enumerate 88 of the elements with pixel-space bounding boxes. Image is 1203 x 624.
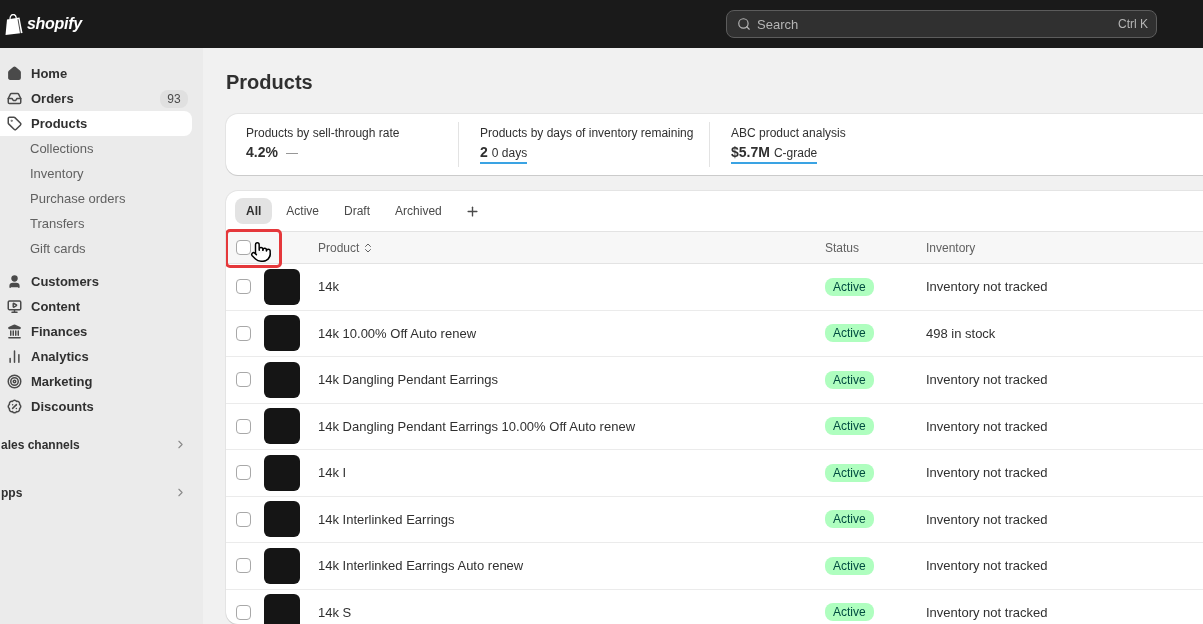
product-name: 14k Dangling Pendant Earrings 10.00% Off Auto renew	[318, 418, 636, 434]
row-checkbox[interactable]	[236, 465, 251, 481]
section-link[interactable]: ales channels	[0, 432, 203, 457]
inventory-text: Inventory not tracked	[926, 465, 1048, 481]
section-link[interactable]: pps	[0, 480, 203, 505]
bar-chart-icon	[7, 349, 22, 364]
nav-item[interactable]: Inventory	[0, 161, 192, 186]
inventory-text: Inventory not tracked	[926, 418, 1048, 434]
photo-placeholder	[264, 408, 300, 445]
nav-item[interactable]: Transfers	[0, 211, 192, 236]
nav-item[interactable]: Content	[0, 294, 192, 319]
status-badge: Active	[825, 463, 874, 482]
row-checkbox[interactable]	[236, 418, 251, 434]
product-name: 14k 10.00% Off Auto renew	[318, 325, 477, 341]
photo-placeholder	[264, 315, 300, 352]
product-name: 14k I	[318, 465, 347, 481]
product-name: 14k Interlinked Earrings Auto renew	[318, 558, 524, 574]
status-badge: Active	[825, 277, 874, 296]
metric-label: ABC product analysis	[731, 125, 846, 141]
filter-tab[interactable]: All	[235, 198, 273, 224]
inbox-icon	[7, 91, 22, 106]
nav-item[interactable]: Purchase orders	[0, 186, 192, 211]
filter-tab[interactable]: Archived	[384, 198, 453, 224]
nav-item[interactable]: Home	[0, 61, 192, 86]
metric-label: Products by sell-through rate	[246, 125, 400, 141]
select-all-checkbox[interactable]	[236, 240, 251, 255]
metric-link[interactable]: 2 0 days	[480, 144, 528, 164]
person-icon	[7, 274, 22, 289]
inventory-text: Inventory not tracked	[926, 558, 1048, 574]
inventory-text: Inventory not tracked	[926, 604, 1048, 620]
nav-item[interactable]: Analytics	[0, 344, 192, 369]
shortcut-hint: Ctrl K	[1118, 17, 1148, 31]
filter-tab[interactable]: Active	[275, 198, 331, 224]
photo-placeholder	[264, 268, 300, 305]
photo-placeholder	[264, 454, 300, 491]
status-badge: Active	[825, 417, 874, 436]
nav-item[interactable]: Orders 93	[0, 86, 192, 111]
photo-placeholder	[264, 547, 300, 584]
nav-item[interactable]: Gift cards	[0, 236, 192, 261]
photo-placeholder	[264, 361, 300, 398]
row-checkbox[interactable]	[236, 558, 251, 574]
product-name: 14k	[318, 279, 339, 295]
status-badge: Active	[825, 556, 874, 575]
status-badge: Active	[825, 370, 874, 389]
row-checkbox[interactable]	[236, 279, 251, 295]
nav-item[interactable]: Marketing	[0, 369, 192, 394]
nav-item[interactable]: Collections	[0, 136, 192, 161]
search-bar[interactable]: Search Ctrl K	[726, 10, 1157, 38]
inventory-text: 498 in stock	[926, 325, 996, 341]
count-badge: 93	[160, 89, 188, 108]
search-input[interactable]: Search	[757, 16, 1112, 32]
search-icon	[737, 17, 751, 31]
nav-item[interactable]: Finances	[0, 319, 192, 344]
column-header: Inventory	[926, 240, 976, 255]
row-checkbox[interactable]	[236, 325, 251, 341]
nav-item[interactable]: Products	[0, 111, 192, 136]
target-icon	[7, 374, 22, 389]
sort-column-header[interactable]: Product	[318, 240, 375, 255]
metric-label: Products by days of inventory remaining	[480, 125, 694, 141]
status-badge: Active	[825, 510, 874, 529]
row-checkbox[interactable]	[236, 604, 251, 620]
shopping-bag-icon	[5, 13, 23, 35]
monitor-icon	[7, 299, 22, 314]
percent-badge-icon	[7, 399, 22, 414]
photo-placeholder	[264, 594, 300, 624]
tag-icon	[7, 116, 22, 131]
home-icon	[7, 66, 22, 81]
nav-item[interactable]: Customers	[0, 269, 192, 294]
filter-tab[interactable]: Draft	[333, 198, 382, 224]
product-name: 14k S	[318, 604, 352, 620]
bank-icon	[7, 324, 22, 339]
logo-wordmark: shopify	[27, 15, 82, 33]
status-badge: Active	[825, 324, 874, 343]
column-header: Status	[825, 240, 860, 255]
photo-placeholder	[264, 501, 300, 538]
product-name: 14k Interlinked Earrings	[318, 511, 455, 527]
metric-value: 4.2% —	[246, 144, 298, 162]
plus-icon	[465, 203, 481, 219]
metric-link[interactable]: $5.7M C-grade	[731, 144, 818, 164]
inventory-text: Inventory not tracked	[926, 372, 1048, 388]
row-checkbox[interactable]	[236, 511, 251, 527]
page-title: Products	[226, 70, 314, 94]
nav-item[interactable]: Discounts	[0, 394, 192, 419]
status-badge: Active	[825, 603, 874, 622]
product-name: 14k Dangling Pendant Earrings	[318, 372, 498, 388]
inventory-text: Inventory not tracked	[926, 279, 1048, 295]
row-checkbox[interactable]	[236, 372, 251, 388]
inventory-text: Inventory not tracked	[926, 511, 1048, 527]
